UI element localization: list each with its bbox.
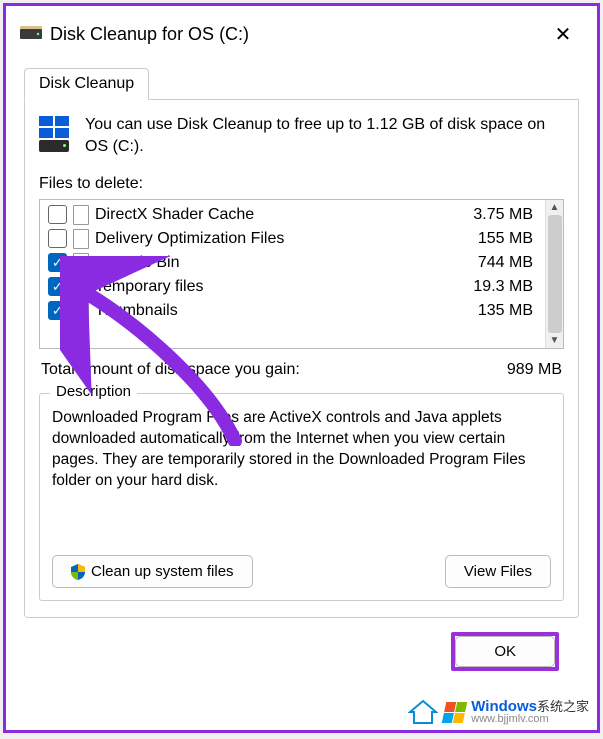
file-list: DirectX Shader Cache 3.75 MB Delivery Opti… — [39, 199, 564, 349]
close-button[interactable]: ✕ — [543, 22, 583, 47]
file-row[interactable]: DirectX Shader Cache 3.75 MB — [46, 203, 539, 227]
clean-up-system-files-button[interactable]: Clean up system files — [52, 555, 253, 588]
file-size: 744 MB — [457, 254, 537, 272]
tab-disk-cleanup[interactable]: Disk Cleanup — [24, 68, 149, 100]
ok-button[interactable]: OK — [455, 636, 555, 667]
total-label: Total amount of disk space you gain: — [41, 361, 300, 379]
recycle-bin-icon — [73, 253, 89, 273]
file-row[interactable]: Delivery Optimization Files 155 MB — [46, 227, 539, 251]
window-title: Disk Cleanup for OS (C:) — [50, 24, 543, 45]
file-icon — [73, 229, 89, 249]
file-size: 19.3 MB — [457, 278, 537, 296]
clean-up-label: Clean up system files — [91, 563, 234, 580]
file-row[interactable]: ✓ Recycle Bin 744 MB — [46, 251, 539, 275]
file-name: Thumbnails — [95, 302, 451, 320]
checkbox[interactable] — [48, 205, 67, 224]
ok-highlight: OK — [451, 632, 559, 671]
watermark-url: www.bjjmlv.com — [471, 714, 589, 726]
ok-label: OK — [494, 643, 516, 660]
watermark: Windows系统之家 www.bjjmlv.com — [404, 697, 593, 728]
windows-logo-icon — [442, 702, 467, 723]
file-size: 135 MB — [457, 302, 537, 320]
file-row[interactable]: ✓ Temporary files 19.3 MB — [46, 275, 539, 299]
description-text: Downloaded Program Files are ActiveX con… — [52, 408, 551, 492]
checkbox[interactable]: ✓ — [48, 253, 67, 272]
description-title: Description — [50, 383, 137, 400]
info-text: You can use Disk Cleanup to free up to 1… — [85, 114, 564, 159]
tab-content: You can use Disk Cleanup to free up to 1… — [24, 100, 579, 618]
watermark-brand: Windows — [471, 698, 537, 715]
file-size: 155 MB — [457, 230, 537, 248]
scroll-down-icon[interactable]: ▼ — [546, 335, 563, 346]
file-row[interactable]: ✓ Thumbnails 135 MB — [46, 299, 539, 323]
file-icon — [73, 301, 89, 321]
title-bar: Disk Cleanup for OS (C:) ✕ — [6, 6, 597, 56]
disk-cleanup-icon — [20, 25, 42, 43]
files-to-delete-label: Files to delete: — [39, 175, 564, 193]
checkbox[interactable]: ✓ — [48, 301, 67, 320]
checkbox[interactable]: ✓ — [48, 277, 67, 296]
file-name: DirectX Shader Cache — [95, 206, 451, 224]
house-icon — [408, 699, 438, 725]
total-value: 989 MB — [507, 361, 562, 379]
file-name: Delivery Optimization Files — [95, 230, 451, 248]
file-icon — [73, 205, 89, 225]
tab-strip: Disk Cleanup — [24, 68, 579, 100]
cleanup-logo-icon — [39, 116, 73, 152]
description-group: Description Downloaded Program Files are… — [39, 393, 564, 602]
file-icon — [73, 277, 89, 297]
view-files-label: View Files — [464, 563, 532, 580]
file-name: Recycle Bin — [95, 254, 451, 272]
scroll-up-icon[interactable]: ▲ — [546, 202, 563, 213]
scroll-thumb[interactable] — [548, 215, 562, 333]
shield-icon — [71, 564, 85, 580]
watermark-sub: 系统之家 — [537, 699, 589, 714]
file-name: Temporary files — [95, 278, 451, 296]
file-size: 3.75 MB — [457, 206, 537, 224]
checkbox[interactable] — [48, 229, 67, 248]
view-files-button[interactable]: View Files — [445, 555, 551, 588]
scrollbar[interactable]: ▲ ▼ — [545, 200, 563, 348]
